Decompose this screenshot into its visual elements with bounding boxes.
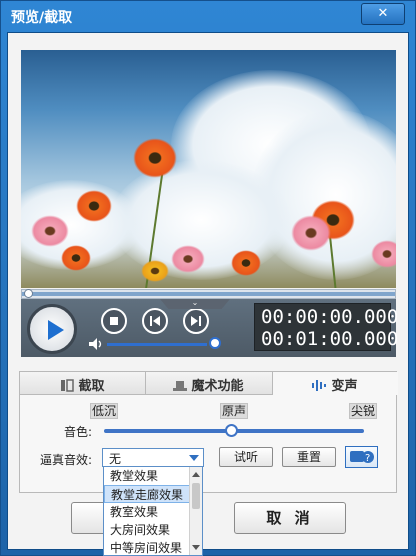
volume-icon[interactable] [89, 338, 103, 350]
orange-flower [61, 245, 91, 271]
scroll-down-icon[interactable] [192, 545, 200, 550]
title-bar: 预览/截取 ✕ [1, 1, 415, 31]
dropdown-option-highlighted[interactable]: 教堂走廊效果 [104, 485, 190, 503]
dropdown-option[interactable]: 中等房间效果 [104, 539, 190, 555]
tab-voice-label: 变声 [331, 379, 358, 394]
orange-flower [76, 190, 112, 222]
cancel-button[interactable]: 取 消 [234, 502, 346, 534]
dropdown-option[interactable]: 教堂效果 [104, 467, 190, 485]
tone-mid-label: 原声 [220, 403, 249, 419]
tone-label: 音色: [64, 425, 93, 439]
scroll-up-icon[interactable] [192, 472, 200, 477]
seek-bar[interactable] [21, 289, 396, 299]
current-time: 00:00:00.000 [261, 306, 399, 328]
effect-dropdown-list: 教堂效果 教堂走廊效果 教室效果 大房间效果 中等房间效果 [103, 466, 203, 556]
orange-flower [133, 138, 177, 178]
tab-capture[interactable]: 截取 [20, 372, 146, 395]
svg-text:?: ? [365, 453, 370, 464]
volume-knob[interactable] [209, 337, 221, 349]
orange-flower [231, 250, 261, 276]
pink-flower [371, 240, 396, 268]
dropdown-option[interactable]: 大房间效果 [104, 521, 190, 539]
play-button[interactable] [27, 304, 77, 354]
chevron-down-icon [189, 455, 199, 461]
close-icon: ✕ [377, 6, 389, 21]
close-button[interactable]: ✕ [361, 3, 405, 25]
tab-capture-label: 截取 [78, 379, 105, 394]
time-display: 00:00:00.000 00:01:00.000 [254, 303, 399, 351]
yellow-flower [141, 260, 169, 282]
effect-label: 逼真音效: [40, 453, 93, 467]
volume-slider[interactable] [107, 343, 207, 346]
tab-magic-label: 魔术功能 [191, 379, 244, 394]
stop-icon [110, 317, 118, 325]
dropdown-scrollbar[interactable] [189, 467, 202, 555]
help-button[interactable]: ? [345, 446, 378, 468]
video-preview[interactable] [21, 50, 396, 288]
tone-low-label: 低沉 [90, 403, 119, 419]
help-icon: ? [350, 451, 374, 464]
collapse-toggle[interactable]: ⌄ [160, 299, 230, 309]
window-title: 预览/截取 [11, 10, 73, 26]
stop-button[interactable] [101, 308, 127, 334]
tone-high-label: 尖锐 [349, 403, 378, 419]
pink-flower [291, 215, 331, 251]
dropdown-option[interactable]: 教室效果 [104, 503, 190, 521]
sound-wave-icon [312, 380, 326, 391]
tone-knob[interactable] [225, 424, 238, 437]
effect-selected-value: 无 [109, 452, 122, 466]
pink-flower [171, 245, 205, 273]
reset-button[interactable]: 重置 [282, 447, 336, 467]
seek-track [22, 292, 395, 296]
magic-hat-icon [173, 381, 187, 391]
next-frame-icon [191, 316, 201, 326]
preview-capture-window: 预览/截取 ✕ 00:00:00.000 00:01:00.000 ⌄ 截取 魔… [0, 0, 416, 556]
tab-voice-change[interactable]: 变声 [273, 372, 398, 395]
previous-frame-icon [150, 316, 160, 326]
preview-button[interactable]: 试听 [219, 447, 273, 467]
chevron-down-icon: ⌄ [191, 298, 199, 307]
scroll-thumb[interactable] [192, 483, 200, 509]
next-frame-button[interactable] [183, 308, 209, 334]
tab-magic[interactable]: 魔术功能 [146, 372, 273, 395]
dialog-body: 00:00:00.000 00:01:00.000 ⌄ 截取 魔术功能 变声 低… [7, 32, 409, 550]
pink-flower [31, 215, 69, 247]
total-time: 00:01:00.000 [261, 328, 399, 350]
function-tabs: 截取 魔术功能 变声 低沉 原声 尖锐 音色: 逼真音效: 无 试听 重置 ? [19, 371, 398, 493]
film-icon [61, 379, 74, 392]
play-icon [48, 320, 64, 340]
seek-knob[interactable] [24, 289, 33, 298]
effect-select[interactable]: 无 [102, 448, 204, 467]
previous-frame-button[interactable] [142, 308, 168, 334]
